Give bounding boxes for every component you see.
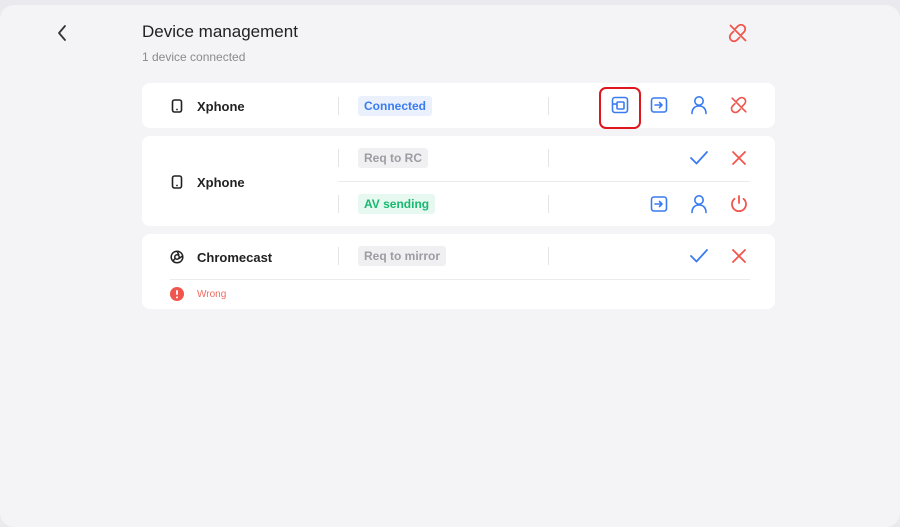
status-badge: AV sending — [358, 194, 436, 214]
user-icon — [691, 96, 707, 115]
remote-control-button[interactable] — [688, 193, 710, 215]
chevron-left-icon — [58, 25, 66, 41]
highlight-box — [599, 87, 641, 129]
device-card — [142, 234, 775, 309]
row-divider — [338, 181, 750, 182]
status-badge: Req to mirror — [358, 246, 447, 266]
unlink-icon — [728, 23, 747, 43]
reject-button[interactable] — [728, 245, 750, 267]
divider — [338, 195, 339, 213]
reject-button[interactable] — [728, 147, 750, 169]
disconnect-all-button[interactable] — [727, 22, 749, 44]
device-name: Xphone — [197, 99, 245, 114]
file-transfer-icon — [650, 196, 668, 212]
page-title: Device management — [142, 22, 298, 41]
file-transfer-button[interactable] — [648, 94, 670, 116]
error-message: Wrong — [197, 289, 227, 300]
stop-button[interactable] — [728, 193, 750, 215]
status-badge: Req to RC — [358, 148, 428, 168]
divider — [548, 149, 549, 167]
device-name: Xphone — [197, 175, 245, 190]
remote-control-button[interactable] — [688, 94, 710, 116]
accept-button[interactable] — [688, 245, 710, 267]
phone-icon — [171, 175, 183, 189]
file-transfer-icon — [650, 97, 668, 113]
row-divider — [170, 279, 750, 280]
divider — [338, 149, 339, 167]
accept-button[interactable] — [688, 147, 710, 169]
chromecast-icon — [170, 250, 184, 264]
close-icon — [732, 249, 746, 263]
divider — [548, 195, 549, 213]
divider — [338, 97, 339, 115]
close-icon — [732, 151, 746, 165]
check-icon — [690, 249, 708, 263]
power-icon — [731, 195, 747, 213]
connected-count: 1 device connected — [142, 50, 246, 64]
file-transfer-button[interactable] — [648, 193, 670, 215]
check-icon — [690, 151, 708, 165]
divider — [548, 247, 549, 265]
phone-icon — [171, 99, 183, 113]
disconnect-button[interactable] — [728, 94, 750, 116]
error-icon — [170, 287, 184, 301]
divider — [548, 97, 549, 115]
status-badge: Connected — [358, 96, 433, 116]
back-button[interactable] — [52, 22, 72, 44]
user-icon — [691, 195, 707, 214]
divider — [338, 247, 339, 265]
unlink-icon — [730, 96, 747, 114]
device-name: Chromecast — [197, 250, 273, 265]
